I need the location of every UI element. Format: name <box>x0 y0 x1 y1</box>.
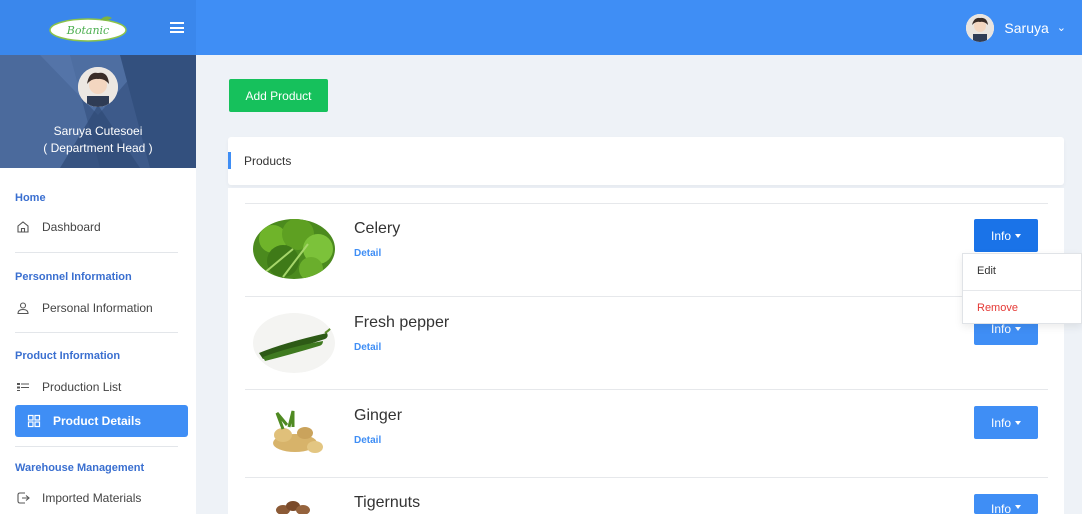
detail-link[interactable]: Detail <box>354 435 381 446</box>
product-name: Celery <box>354 220 401 237</box>
sidebar-item-label: Imported Materials <box>42 491 142 505</box>
import-icon <box>17 492 30 504</box>
sidebar-item-label: Dashboard <box>42 220 101 234</box>
svg-text:Botanic: Botanic <box>66 24 109 37</box>
detail-link[interactable]: Detail <box>354 342 381 353</box>
section-title-personnel: Personnel Information <box>15 271 132 283</box>
profile-name: Saruya Cutesoei <box>53 124 143 138</box>
section-title-home: Home <box>15 192 46 204</box>
sidebar-item-personal-information[interactable]: Personal Information <box>15 292 188 324</box>
dropdown-divider <box>963 290 1082 291</box>
row-divider <box>245 296 1048 297</box>
logo-area: Botanic <box>0 0 196 55</box>
caret-down-icon <box>1015 505 1021 509</box>
product-name: Fresh pepper <box>354 314 450 331</box>
info-dropdown-menu: Edit Remove <box>962 253 1082 324</box>
caret-down-icon <box>1015 326 1021 331</box>
info-button[interactable]: Info <box>974 406 1038 439</box>
user-menu[interactable]: Saruya ⌄ <box>966 12 1066 43</box>
profile-role: ( Department Head ) <box>43 141 153 155</box>
add-product-button[interactable]: Add Product <box>229 79 328 112</box>
detail-link[interactable]: Detail <box>354 248 381 259</box>
caret-down-icon <box>1015 233 1021 238</box>
sidebar-item-label: Product Details <box>53 414 142 428</box>
info-button[interactable]: Info <box>974 494 1038 514</box>
section-title-product: Product Information <box>15 350 121 362</box>
row-divider <box>245 389 1048 390</box>
divider <box>15 446 178 447</box>
sidebar-item-product-details[interactable]: Product Details <box>15 405 188 437</box>
divider <box>15 252 178 253</box>
profile-panel: Saruya Cutesoei ( Department Head ) <box>0 55 196 168</box>
product-image-ginger <box>253 405 335 465</box>
sidebar-item-dashboard[interactable]: Dashboard <box>15 211 188 243</box>
user-name: Saruya <box>1004 19 1049 36</box>
product-image-fresh-pepper <box>253 313 335 373</box>
section-title-warehouse: Warehouse Management <box>15 462 145 474</box>
list-icon <box>17 383 29 391</box>
dropdown-item-remove[interactable]: Remove <box>963 295 1082 321</box>
user-icon <box>17 302 29 315</box>
grid-icon <box>27 414 41 428</box>
sidebar-item-label: Production List <box>42 380 122 394</box>
accent-bar <box>228 152 231 169</box>
card-title: Products <box>244 154 292 168</box>
profile-avatar <box>78 67 118 107</box>
avatar <box>966 13 995 42</box>
top-bar: Botanic Saruya ⌄ <box>0 0 1082 55</box>
info-label: Info <box>990 502 1011 514</box>
row-divider <box>245 477 1048 478</box>
chevron-down-icon: ⌄ <box>1056 22 1066 34</box>
product-name: Ginger <box>354 407 403 424</box>
sidebar-item-production-list[interactable]: Production List <box>15 371 188 403</box>
dropdown-item-edit[interactable]: Edit <box>963 258 1082 284</box>
info-label: Info <box>990 228 1011 243</box>
sidebar-item-label: Personal Information <box>42 301 153 315</box>
product-image-tigernuts <box>253 494 335 514</box>
info-button[interactable]: Info <box>974 219 1038 252</box>
caret-down-icon <box>1015 420 1021 425</box>
divider <box>15 332 178 333</box>
row-divider <box>245 203 1048 204</box>
menu-toggle-icon[interactable] <box>170 22 184 33</box>
products-card-header: Products <box>228 137 1064 185</box>
product-image-celery <box>253 219 335 279</box>
botanic-logo[interactable]: Botanic <box>48 14 128 42</box>
info-label: Info <box>990 415 1011 430</box>
product-name: Tigernuts <box>354 494 421 511</box>
home-icon <box>17 221 29 233</box>
sidebar-item-imported-materials[interactable]: Imported Materials <box>15 482 188 514</box>
